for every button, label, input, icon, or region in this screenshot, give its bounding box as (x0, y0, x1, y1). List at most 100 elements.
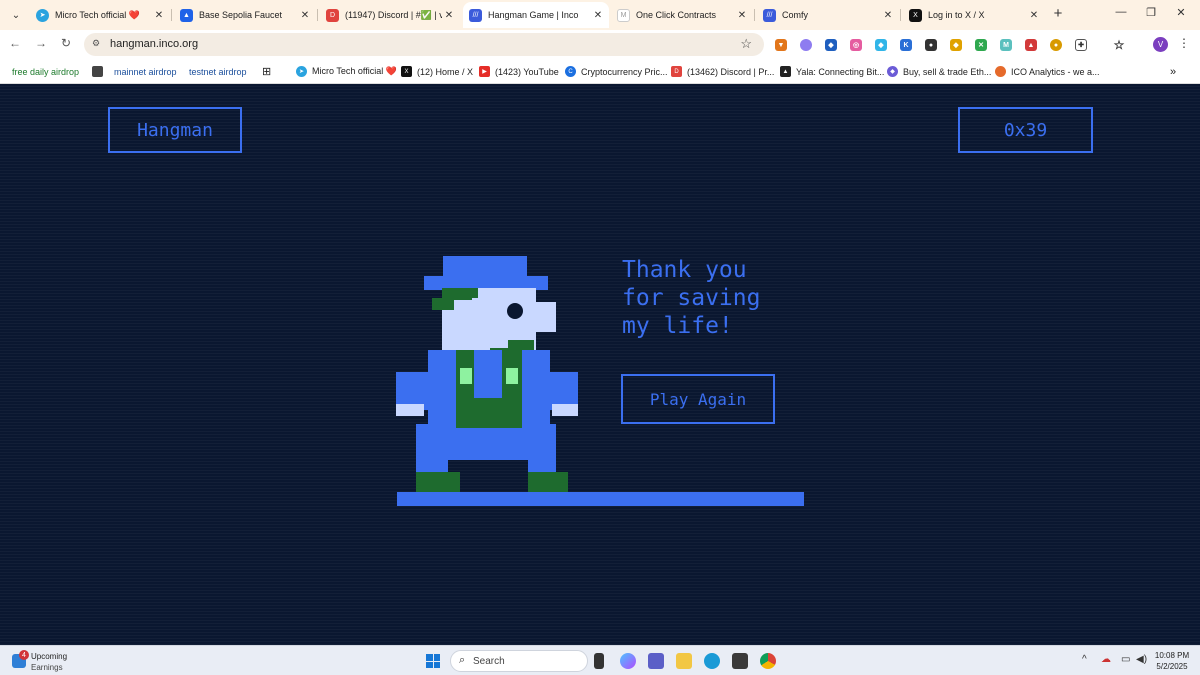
close-window-icon[interactable]: ✕ (1166, 6, 1196, 19)
tab-title: Base Sepolia Faucet (199, 10, 283, 20)
message-line: Thank you (622, 257, 747, 283)
widget-subtitle: Earnings (31, 663, 63, 672)
tab-title: Comfy (782, 10, 809, 20)
bookmark-star-icon[interactable]: ☆ (740, 36, 752, 52)
extension-gold-icon[interactable]: ◆ (950, 39, 962, 51)
extension-k-icon[interactable]: K (900, 39, 912, 51)
tray-security-icon[interactable]: ☁ (1101, 654, 1111, 665)
new-tab-plus-icon[interactable]: + (1050, 5, 1066, 22)
close-icon[interactable]: ✕ (298, 10, 312, 21)
bookmark-testnet-airdrop[interactable]: testnet airdrop (189, 64, 247, 79)
ethereum-icon: ◆ (887, 66, 898, 77)
bookmark-label: ICO Analytics - we a... (1011, 66, 1100, 77)
bookmark-free-daily-airdrop[interactable]: free daily airdrop (12, 64, 79, 79)
tab-base-sepolia[interactable]: ▲ Base Sepolia Faucet ✕ (174, 2, 316, 28)
extension-diamond-icon[interactable]: ◆ (875, 39, 887, 51)
tab-discord[interactable]: D (11947) Discord | #✅ | ve ✕ (320, 2, 460, 28)
weather-widget[interactable]: 4 Upcoming Earnings (12, 650, 92, 673)
forward-icon[interactable]: → (32, 36, 50, 50)
x-icon: X (909, 8, 922, 22)
browser-menu-icon[interactable]: ⋮ (1178, 36, 1190, 50)
profile-avatar[interactable]: V (1153, 37, 1168, 52)
site-settings-icon[interactable]: ⚙ (92, 38, 100, 49)
game-title: Hangman (108, 107, 242, 153)
discord-icon: D (671, 66, 682, 77)
edge-icon[interactable] (704, 653, 720, 669)
extension-x-green-icon[interactable]: ✕ (975, 39, 987, 51)
close-icon[interactable]: ✕ (591, 10, 605, 21)
file-explorer-icon[interactable] (676, 653, 692, 669)
bookmark-youtube[interactable]: ▶ (1423) YouTube (479, 64, 559, 79)
extension-lock-icon[interactable]: ▲ (1025, 39, 1037, 51)
copilot-icon[interactable] (620, 653, 636, 669)
bookmark-mainnet-airdrop[interactable]: mainnet airdrop (92, 64, 177, 79)
apps-grid-icon[interactable]: ⊞ (262, 64, 271, 79)
close-icon[interactable]: ✕ (735, 10, 749, 21)
back-icon[interactable]: ← (6, 36, 24, 50)
game-page: Hangman 0x39 Thank you for saving my lif… (0, 84, 1200, 645)
bookmark-yala[interactable]: ▲ Yala: Connecting Bit... (780, 64, 884, 79)
bookmark-label: (1423) YouTube (495, 66, 559, 77)
bookmark-micro-tech[interactable]: ➤ Micro Tech official ❤️ (296, 64, 397, 79)
notification-badge: 4 (19, 650, 29, 660)
alchemy-icon: ▲ (180, 8, 193, 22)
task-view-icon[interactable] (594, 653, 604, 669)
teams-icon[interactable] (648, 653, 664, 669)
tab-comfy[interactable]: /// Comfy ✕ (757, 2, 899, 28)
play-again-button[interactable]: Play Again (621, 374, 775, 424)
bookmark-buy-sell-eth[interactable]: ◆ Buy, sell & trade Eth... (887, 64, 991, 79)
browser-toolbar: ← → ↻ ⚙ hangman.inco.org ☆ ▼ ◆ ◎ ◆ K ● ◆… (0, 30, 1200, 59)
bookmark-crypto-prices[interactable]: C Cryptocurrency Pric... (565, 64, 668, 79)
minimize-icon[interactable]: — (1106, 6, 1136, 18)
tab-x-login[interactable]: X Log in to X / X ✕ (903, 2, 1045, 28)
inco-icon: /// (469, 8, 482, 22)
extension-cloud-icon[interactable] (800, 39, 812, 51)
reload-icon[interactable]: ↻ (57, 36, 75, 50)
tray-overflow-icon[interactable]: ^ (1082, 654, 1087, 665)
folder-icon (92, 66, 103, 77)
tab-title: One Click Contracts (636, 10, 717, 20)
tab-title: Hangman Game | Inco (488, 10, 579, 20)
system-clock[interactable]: 10:08 PM 5/2/2025 (1150, 650, 1194, 672)
bookmark-ico-analytics[interactable]: ICO Analytics - we a... (995, 64, 1100, 79)
ico-analytics-icon (995, 66, 1006, 77)
close-icon[interactable]: ✕ (442, 10, 456, 21)
contracts-icon: M (617, 8, 630, 22)
extension-coin-icon[interactable]: ● (1050, 39, 1062, 51)
close-icon[interactable]: ✕ (881, 10, 895, 21)
bookmark-discord[interactable]: D (13462) Discord | Pr... (671, 64, 774, 79)
extensions-puzzle-icon[interactable]: ✚ (1075, 39, 1087, 51)
extension-shield-icon[interactable]: ◆ (825, 39, 837, 51)
volume-icon[interactable]: ◀) (1136, 654, 1147, 665)
store-icon[interactable] (732, 653, 748, 669)
tab-title: Micro Tech official ❤️ (55, 9, 140, 20)
extension-m-icon[interactable]: M (1000, 39, 1012, 51)
bookmark-label: Cryptocurrency Pric... (581, 66, 668, 77)
bookmarks-overflow-icon[interactable]: » (1170, 64, 1176, 79)
extension-pink-icon[interactable]: ◎ (850, 39, 862, 51)
chrome-icon[interactable] (760, 653, 776, 669)
bookmarks-bar: free daily airdrop mainnet airdrop testn… (0, 59, 1200, 84)
address-bar[interactable]: ⚙ hangman.inco.org ☆ (84, 33, 764, 56)
bookmark-label: (12) Home / X (417, 66, 474, 77)
bookmark-x-home[interactable]: X (12) Home / X (401, 64, 473, 79)
bookmark-label: Buy, sell & trade Eth... (903, 66, 992, 77)
wallet-address-button[interactable]: 0x39 (958, 107, 1093, 153)
close-icon[interactable]: ✕ (152, 10, 166, 21)
url-text[interactable]: hangman.inco.org (110, 38, 198, 50)
windows-start-icon[interactable] (426, 654, 440, 668)
tab-search-chevron-icon[interactable]: ⌄ (6, 6, 26, 24)
extension-spy-icon[interactable]: ● (925, 39, 937, 51)
reading-list-icon[interactable]: ☆ (1113, 38, 1125, 52)
search-placeholder: Search (473, 656, 505, 667)
clock-time: 10:08 PM (1154, 651, 1190, 660)
close-icon[interactable]: ✕ (1027, 10, 1041, 21)
network-icon[interactable]: ▭ (1121, 654, 1130, 665)
taskbar-search[interactable]: ⌕ Search (450, 650, 588, 672)
tab-hangman-active[interactable]: /// Hangman Game | Inco ✕ (463, 2, 609, 28)
metamask-icon[interactable]: ▼ (775, 39, 787, 51)
tab-micro-tech[interactable]: ➤ Micro Tech official ❤️ ✕ (30, 2, 170, 28)
widget-title: Upcoming (31, 652, 68, 661)
tab-one-click-contracts[interactable]: M One Click Contracts ✕ (611, 2, 753, 28)
restore-icon[interactable]: ❐ (1136, 6, 1166, 19)
